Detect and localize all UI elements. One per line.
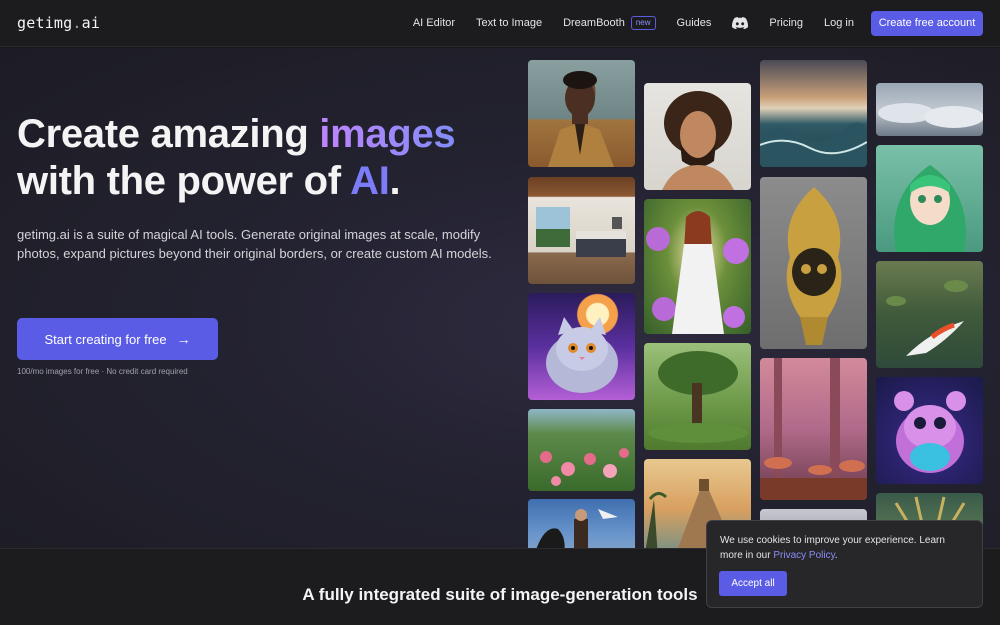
curly-man-art xyxy=(662,91,734,190)
roses-art xyxy=(540,448,629,486)
discord-icon xyxy=(732,17,749,29)
nav-guides[interactable]: Guides xyxy=(677,17,712,29)
start-creating-label: Start creating for free xyxy=(44,331,167,347)
accept-all-button[interactable]: Accept all xyxy=(719,571,787,596)
hero-description: getimg.ai is a suite of magical AI tools… xyxy=(17,227,492,261)
nav-login[interactable]: Log in xyxy=(824,17,854,29)
cta-note: 100/mo images for free · No credit card … xyxy=(17,367,188,376)
woman-flowers-art xyxy=(646,211,749,334)
gallery-image-hamster xyxy=(876,377,983,484)
gallery-image-woman-flowers xyxy=(644,199,751,334)
cookie-banner: We use cookies to improve your experienc… xyxy=(706,520,983,608)
privacy-policy-link[interactable]: Privacy Policy xyxy=(773,550,835,561)
discord-link[interactable] xyxy=(732,17,749,29)
nav-links: AI Editor Text to Image DreamBooth new G… xyxy=(392,10,983,36)
start-creating-button[interactable]: Start creating for free → xyxy=(17,318,218,360)
create-account-button[interactable]: Create free account xyxy=(871,10,983,36)
koi-pond-art xyxy=(886,280,968,356)
gallery-image-clouds xyxy=(876,83,983,136)
anime-girl-art xyxy=(894,165,966,252)
gallery-image-anime-girl xyxy=(876,145,983,252)
nav-dreambooth[interactable]: DreamBooth new xyxy=(563,16,656,30)
golden-skull-art xyxy=(786,187,842,345)
new-badge: new xyxy=(630,16,656,30)
gallery-image-koi-pond xyxy=(876,261,983,368)
logo[interactable]: getimg.ai xyxy=(17,14,100,32)
nav-text-to-image[interactable]: Text to Image xyxy=(476,17,542,29)
gallery-image-mushroom-forest xyxy=(760,358,867,500)
hamster-art xyxy=(894,391,966,473)
cookie-text: We use cookies to improve your experienc… xyxy=(720,533,969,563)
arrow-right-icon: → xyxy=(176,331,191,347)
hero-title-end: . xyxy=(389,159,401,203)
nav-ai-editor[interactable]: AI Editor xyxy=(413,17,455,29)
gallery-image-portrait-man xyxy=(528,60,635,167)
tree-forest-art xyxy=(648,351,748,443)
logo-main: getimg xyxy=(17,14,73,32)
rider-art xyxy=(536,509,618,548)
hero-title-highlight-images: images xyxy=(319,112,456,156)
hero-title-highlight-ai: AI xyxy=(350,159,390,203)
nav-pricing[interactable]: Pricing xyxy=(769,17,803,29)
gallery-image-curly-man xyxy=(644,83,751,190)
mushroom-forest-art xyxy=(760,358,867,500)
clouds-art xyxy=(878,103,983,128)
nav-dreambooth-label: DreamBooth xyxy=(563,17,625,29)
hero-title-part1: Create amazing xyxy=(17,112,320,156)
bedroom-art xyxy=(536,207,626,257)
gallery-image-bedroom xyxy=(528,177,635,284)
gallery-image-stormy-sea xyxy=(760,60,867,167)
logo-tld: ai xyxy=(81,14,101,32)
hero-title: Create amazing images with the power of … xyxy=(17,111,517,205)
cookie-end: . xyxy=(834,550,838,561)
stormy-sea-art xyxy=(760,122,867,167)
portrait-man-art xyxy=(548,71,614,167)
logo-dot: . xyxy=(72,14,82,32)
gallery-image-roses xyxy=(528,409,635,491)
gallery-image-rider xyxy=(528,499,635,548)
features-title-text: A fully integrated suite of image-genera… xyxy=(302,585,698,604)
hero-title-part2: with the power of xyxy=(17,159,351,203)
cat-art xyxy=(546,317,618,393)
gallery-image-cat xyxy=(528,293,635,400)
gallery-image-tree-forest xyxy=(644,343,751,450)
gallery-image-golden-skull xyxy=(760,177,867,349)
top-navbar: getimg.ai AI Editor Text to Image DreamB… xyxy=(0,0,1000,47)
hero-section: Create amazing images with the power of … xyxy=(0,48,1000,548)
